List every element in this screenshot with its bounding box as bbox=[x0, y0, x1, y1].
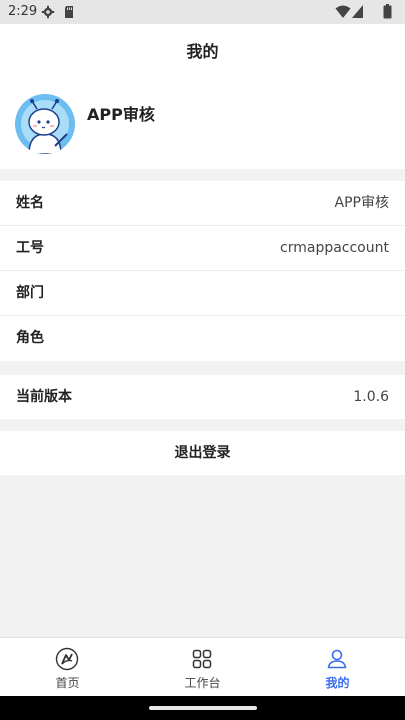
department-label: 部门 bbox=[16, 285, 44, 301]
version-label: 当前版本 bbox=[16, 389, 72, 405]
wifi-icon bbox=[335, 5, 351, 18]
logout-label: 退出登录 bbox=[174, 445, 231, 461]
sd-card-icon bbox=[65, 6, 73, 18]
signal-icon bbox=[352, 5, 363, 18]
info-list: 姓名 APP审核 工号 crmappaccount 部门 角色 bbox=[0, 181, 405, 361]
name-label: 姓名 bbox=[16, 195, 44, 211]
home-logo-icon bbox=[55, 647, 79, 671]
tab-workbench-label: 工作台 bbox=[184, 676, 221, 690]
info-row-role: 角色 bbox=[0, 316, 405, 361]
battery-icon bbox=[383, 4, 392, 19]
page-title: 我的 bbox=[186, 42, 219, 61]
system-nav-bar bbox=[0, 696, 405, 720]
employee-id-value: crmappaccount bbox=[280, 240, 389, 256]
employee-id-label: 工号 bbox=[16, 240, 44, 256]
profile-card[interactable]: APP审核 bbox=[0, 80, 405, 169]
version-row[interactable]: 当前版本 1.0.6 bbox=[0, 375, 405, 419]
grid-icon bbox=[192, 649, 212, 669]
info-row-name: 姓名 APP审核 bbox=[0, 181, 405, 226]
person-icon bbox=[327, 649, 347, 669]
name-value: APP审核 bbox=[334, 195, 389, 211]
home-gesture-handle[interactable] bbox=[149, 706, 257, 710]
tab-home-label: 首页 bbox=[55, 676, 80, 690]
tab-home[interactable]: 首页 bbox=[0, 638, 135, 696]
gear-icon bbox=[41, 5, 55, 19]
status-bar: 2:29 bbox=[0, 0, 405, 24]
page-header: 我的 bbox=[0, 24, 405, 80]
tab-workbench[interactable]: 工作台 bbox=[135, 638, 270, 696]
avatar[interactable] bbox=[15, 94, 75, 154]
tab-mine[interactable]: 我的 bbox=[270, 638, 405, 696]
info-row-department: 部门 bbox=[0, 271, 405, 316]
tab-bar: 首页 工作台 我的 bbox=[0, 637, 405, 696]
role-label: 角色 bbox=[16, 330, 44, 346]
info-row-employee-id: 工号 crmappaccount bbox=[0, 226, 405, 271]
status-time: 2:29 bbox=[8, 4, 38, 19]
version-value: 1.0.6 bbox=[353, 389, 389, 405]
profile-name: APP审核 bbox=[87, 105, 155, 124]
tab-mine-label: 我的 bbox=[325, 676, 350, 690]
logout-button[interactable]: 退出登录 bbox=[0, 431, 405, 475]
